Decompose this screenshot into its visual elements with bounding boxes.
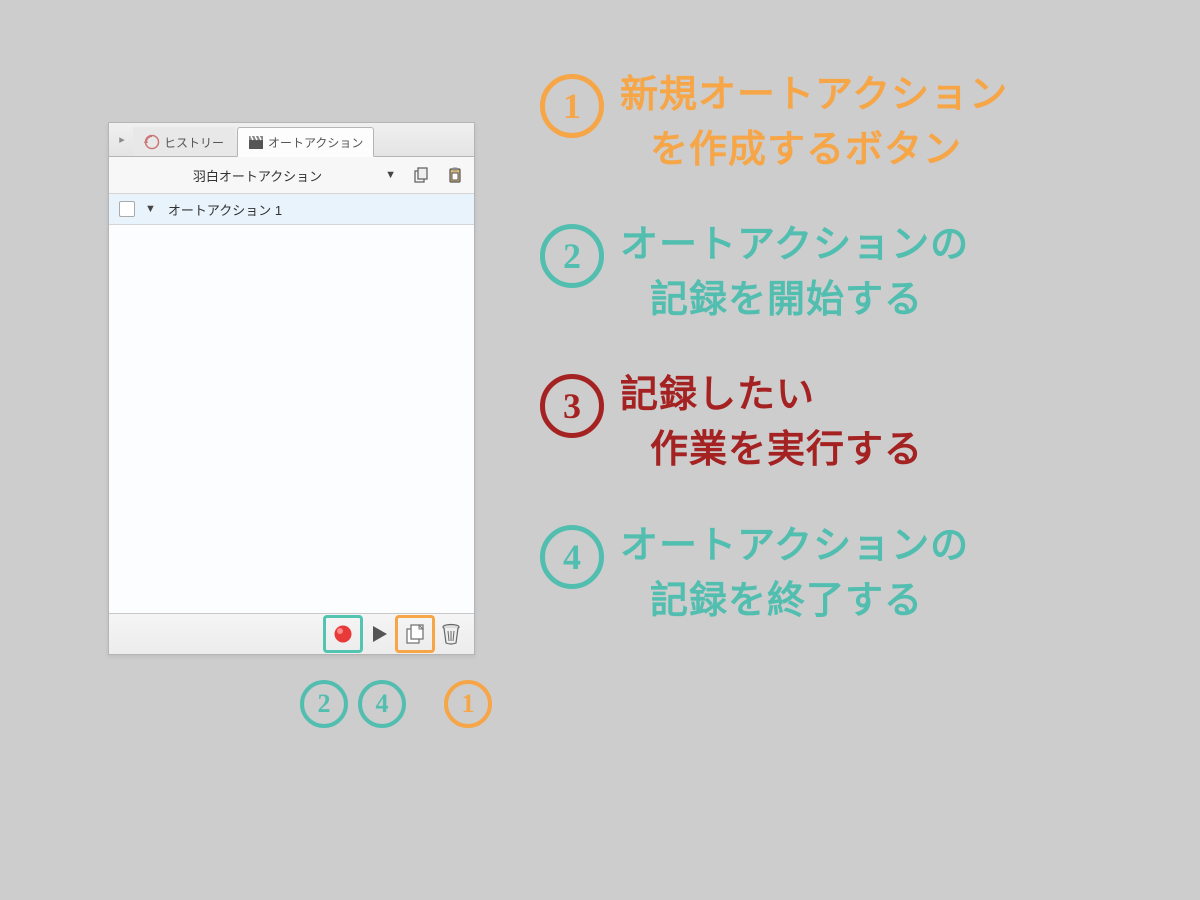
new-action-button[interactable]	[398, 618, 432, 650]
panel-collapse-handle[interactable]: ▸	[115, 133, 129, 146]
label-1-circle: 1	[444, 680, 492, 728]
annotation-1-text: 新規オートアクション を作成するボタン	[620, 68, 1008, 178]
annotation-4-number: 4	[540, 525, 604, 589]
label-4-circle: 4	[358, 680, 406, 728]
dropdown-caret-icon: ▼	[385, 169, 396, 181]
footer-annotation-labels: 2 4 1	[300, 680, 492, 728]
annotation-2: 2 オートアクションの 記録を開始する	[540, 218, 1180, 328]
action-item-row[interactable]: ▼ オートアクション 1	[109, 194, 474, 225]
auto-action-panel: ▸ ヒストリー オートアクション	[108, 122, 475, 655]
paste-action-button[interactable]	[440, 160, 470, 190]
history-icon	[144, 134, 160, 150]
action-set-name: 羽白オートアクション	[193, 166, 322, 185]
delete-button[interactable]	[434, 618, 468, 650]
play-button[interactable]	[362, 618, 396, 650]
annotation-1: 1 新規オートアクション を作成するボタン	[540, 68, 1180, 178]
annotation-list: 1 新規オートアクション を作成するボタン 2 オートアクションの 記録を開始す…	[540, 68, 1180, 669]
panel-footer-toolbar	[109, 613, 474, 654]
tab-history-label: ヒストリー	[164, 134, 224, 151]
action-set-bar: 羽白オートアクション ▼	[109, 157, 474, 194]
tab-history[interactable]: ヒストリー	[133, 127, 235, 156]
tab-auto-action-label: オートアクション	[268, 134, 363, 151]
action-set-dropdown[interactable]: 羽白オートアクション ▼	[109, 157, 406, 193]
annotation-3: 3 記録したい 作業を実行する	[540, 368, 1180, 478]
tab-auto-action[interactable]: オートアクション	[237, 127, 374, 157]
clapperboard-icon	[248, 134, 264, 150]
copy-action-button[interactable]	[406, 160, 436, 190]
action-step-list	[109, 225, 474, 613]
annotation-4: 4 オートアクションの 記録を終了する	[540, 519, 1180, 629]
annotation-2-number: 2	[540, 224, 604, 288]
panel-tab-bar: ▸ ヒストリー オートアクション	[109, 123, 474, 157]
annotation-3-text: 記録したい 作業を実行する	[620, 368, 923, 478]
action-item-label: オートアクション 1	[168, 200, 282, 219]
annotation-2-text: オートアクションの 記録を開始する	[620, 218, 969, 328]
label-2-circle: 2	[300, 680, 348, 728]
action-item-checkbox[interactable]	[119, 201, 135, 217]
annotation-3-number: 3	[540, 374, 604, 438]
annotation-4-text: オートアクションの 記録を終了する	[620, 519, 969, 629]
chevron-down-icon[interactable]: ▼	[145, 203, 156, 215]
record-button[interactable]	[326, 618, 360, 650]
annotation-1-number: 1	[540, 74, 604, 138]
